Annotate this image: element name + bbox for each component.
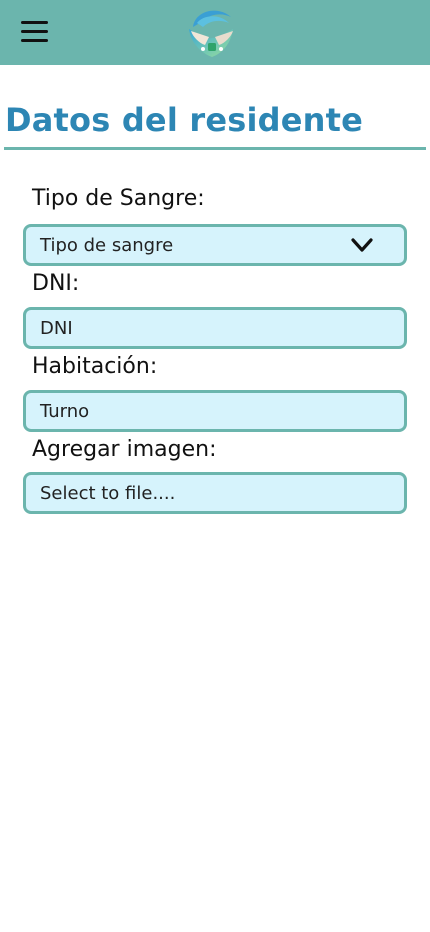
- blood-type-selected-value: Tipo de sangre: [40, 234, 174, 256]
- care-hands-logo-icon: [189, 10, 233, 57]
- top-bar: [0, 0, 430, 65]
- blood-type-select[interactable]: Tipo de sangre: [23, 224, 407, 266]
- dni-label: DNI:: [32, 271, 80, 296]
- dni-input[interactable]: DNI: [23, 307, 407, 349]
- hamburger-menu-icon[interactable]: [19, 18, 50, 46]
- chevron-down-icon: [351, 238, 373, 252]
- title-divider: [4, 147, 426, 150]
- image-file-placeholder: Select to file....: [40, 482, 176, 504]
- room-label: Habitación:: [32, 354, 158, 379]
- dni-placeholder: DNI: [40, 317, 73, 339]
- room-placeholder: Turno: [40, 400, 90, 422]
- image-file-input[interactable]: Select to file....: [23, 472, 407, 514]
- room-input[interactable]: Turno: [23, 390, 407, 432]
- image-label: Agregar imagen:: [32, 437, 217, 462]
- blood-type-label: Tipo de Sangre:: [32, 186, 205, 211]
- page-title: Datos del residente: [5, 101, 364, 139]
